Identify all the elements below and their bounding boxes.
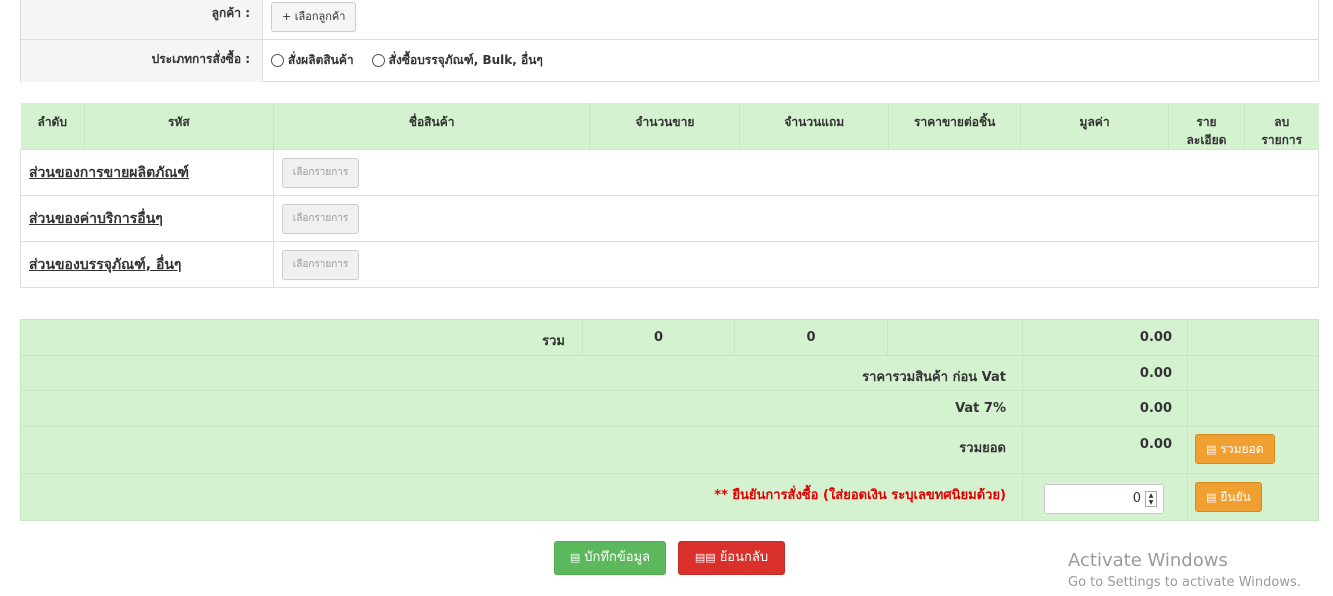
col-delete-line1: ลบ xyxy=(1274,115,1290,129)
vat-label: Vat 7% xyxy=(955,401,1006,416)
section-row-packaging: ส่วนของบรรจุภัณฑ์, อื่นๆ เลือกรายการ xyxy=(20,241,1320,288)
check-icon: ▤ xyxy=(1206,491,1217,504)
grand-action-cell: ▤ รวมยอด xyxy=(1187,427,1318,473)
confirm-action-cell: ▤ ยืนยัน xyxy=(1187,474,1318,520)
summary-total-row: รวม 0 0 0.00 xyxy=(21,320,1318,356)
section-actions: เลือกรายการ xyxy=(272,241,1320,288)
col-qty: จำนวนขาย xyxy=(589,103,740,150)
total-qty: 0 xyxy=(582,320,734,355)
total-action-cell xyxy=(1187,320,1318,355)
col-code: รหัส xyxy=(83,103,274,150)
confirm-order-button[interactable]: ▤ ยืนยัน xyxy=(1195,482,1262,512)
summary-panel: รวม 0 0 0.00 ราคารวมสินค้า ก่อน Vat 0.00… xyxy=(20,319,1319,521)
section-label-products: ส่วนของการขายผลิตภัณฑ์ xyxy=(20,149,274,196)
col-no: ลำดับ xyxy=(20,103,85,150)
section-row-products: ส่วนของการขายผลิตภัณฑ์ เลือกรายการ xyxy=(20,149,1320,196)
total-blank xyxy=(887,320,1022,355)
col-name: ชื่อสินค้า xyxy=(272,103,590,150)
back-button[interactable]: ▤▤ ย้อนกลับ xyxy=(678,541,785,575)
col-detail-line1: ราย xyxy=(1196,115,1217,129)
calculator-icon: ▤ xyxy=(1206,443,1217,456)
save-icon: ▤ xyxy=(569,551,581,564)
col-free: จำนวนแถม xyxy=(739,103,889,150)
activate-windows-subtitle: Go to Settings to activate Windows. xyxy=(1068,575,1301,590)
col-delete-line2: รายการ xyxy=(1261,133,1303,147)
save-button[interactable]: ▤ บักทึกข้อมูล xyxy=(554,541,666,575)
order-form-top: ลูกค้า : + เลือกลูกค้า ประเภทการสั่งซื้อ… xyxy=(20,0,1319,82)
vat-action-cell xyxy=(1187,391,1318,426)
pick-items-button[interactable]: เลือกรายการ xyxy=(281,157,360,188)
order-items-table: ลำดับ รหัส ชื่อสินค้า จำนวนขาย จำนวนแถม … xyxy=(20,103,1320,288)
summary-confirm-row: ** ยืนยันการสั่งซื้อ (ใส่ยอดเงิน ระบุเลข… xyxy=(21,474,1318,520)
back-label: ย้อนกลับ xyxy=(719,550,769,565)
confirm-label: ** ยืนยันการสั่งซื้อ (ใส่ยอดเงิน ระบุเลข… xyxy=(714,488,1006,503)
radio-packaging[interactable] xyxy=(371,54,385,67)
summary-vat-row: Vat 7% 0.00 xyxy=(21,391,1318,427)
section-row-services: ส่วนของค่าบริการอื่นๆ เลือกรายการ xyxy=(20,195,1320,242)
order-type-option-label: สั่งซื้อบรรจุภัณฑ์, Bulk, อื่นๆ xyxy=(388,53,543,67)
col-detail: รายละเอียด xyxy=(1168,103,1245,150)
table-header-row: ลำดับ รหัส ชื่อสินค้า จำนวนขาย จำนวนแถม … xyxy=(20,103,1319,150)
pick-items-button[interactable]: เลือกรายการ xyxy=(281,249,360,280)
prevat-label: ราคารวมสินค้า ก่อน Vat xyxy=(862,370,1006,385)
section-label-packaging: ส่วนของบรรจุภัณฑ์, อื่นๆ xyxy=(20,241,274,288)
order-type-row: ประเภทการสั่งซื้อ : สั่งผลิตสินค้า สั่งซ… xyxy=(21,40,1318,82)
order-type-option-produce[interactable]: สั่งผลิตสินค้า xyxy=(271,51,354,70)
number-spinner[interactable]: ▲ ▼ xyxy=(1145,491,1157,507)
prevat-value: 0.00 xyxy=(1022,356,1187,390)
col-delete: ลบรายการ xyxy=(1243,103,1319,150)
total-label: รวม xyxy=(542,334,565,349)
back-icon: ▤▤ xyxy=(694,551,716,564)
select-customer-button[interactable]: + เลือกลูกค้า xyxy=(271,2,357,32)
summary-prevat-row: ราคารวมสินค้า ก่อน Vat 0.00 xyxy=(21,356,1318,391)
section-label-services: ส่วนของค่าบริการอื่นๆ xyxy=(20,195,274,242)
section-actions: เลือกรายการ xyxy=(272,195,1320,242)
order-type-option-label: สั่งผลิตสินค้า xyxy=(288,53,354,67)
vat-value: 0.00 xyxy=(1022,391,1187,426)
order-type-option-packaging[interactable]: สั่งซื้อบรรจุภัณฑ์, Bulk, อื่นๆ xyxy=(371,51,543,70)
confirm-order-label: ยืนยัน xyxy=(1220,490,1251,504)
customer-row: ลูกค้า : + เลือกลูกค้า xyxy=(21,0,1318,40)
confirm-amount-value: 0 xyxy=(1132,491,1141,506)
col-price: ราคาขายต่อชิ้น xyxy=(888,103,1021,150)
section-actions: เลือกรายการ xyxy=(272,149,1320,196)
col-value: มูลค่า xyxy=(1020,103,1169,150)
order-type-label: ประเภทการสั่งซื้อ : xyxy=(21,40,263,82)
pick-items-button[interactable]: เลือกรายการ xyxy=(281,203,360,234)
calculate-total-button[interactable]: ▤ รวมยอด xyxy=(1195,434,1275,464)
save-label: บักทึกข้อมูล xyxy=(584,550,651,565)
col-detail-line2: ละเอียด xyxy=(1186,133,1227,147)
total-free: 0 xyxy=(734,320,887,355)
calculate-total-label: รวมยอด xyxy=(1220,442,1264,456)
order-type-radio-group: สั่งผลิตสินค้า สั่งซื้อบรรจุภัณฑ์, Bulk,… xyxy=(271,51,561,70)
prevat-action-cell xyxy=(1187,356,1318,390)
summary-grand-row: รวมยอด 0.00 ▤ รวมยอด xyxy=(21,427,1318,474)
radio-produce[interactable] xyxy=(271,54,284,67)
activate-windows-title: Activate Windows xyxy=(1068,550,1228,571)
confirm-amount-input[interactable]: 0 ▲ ▼ xyxy=(1044,484,1164,514)
total-value: 0.00 xyxy=(1022,320,1187,355)
grand-value: 0.00 xyxy=(1022,427,1187,473)
customer-label: ลูกค้า : xyxy=(21,0,263,39)
grand-label: รวมยอด xyxy=(959,441,1006,456)
